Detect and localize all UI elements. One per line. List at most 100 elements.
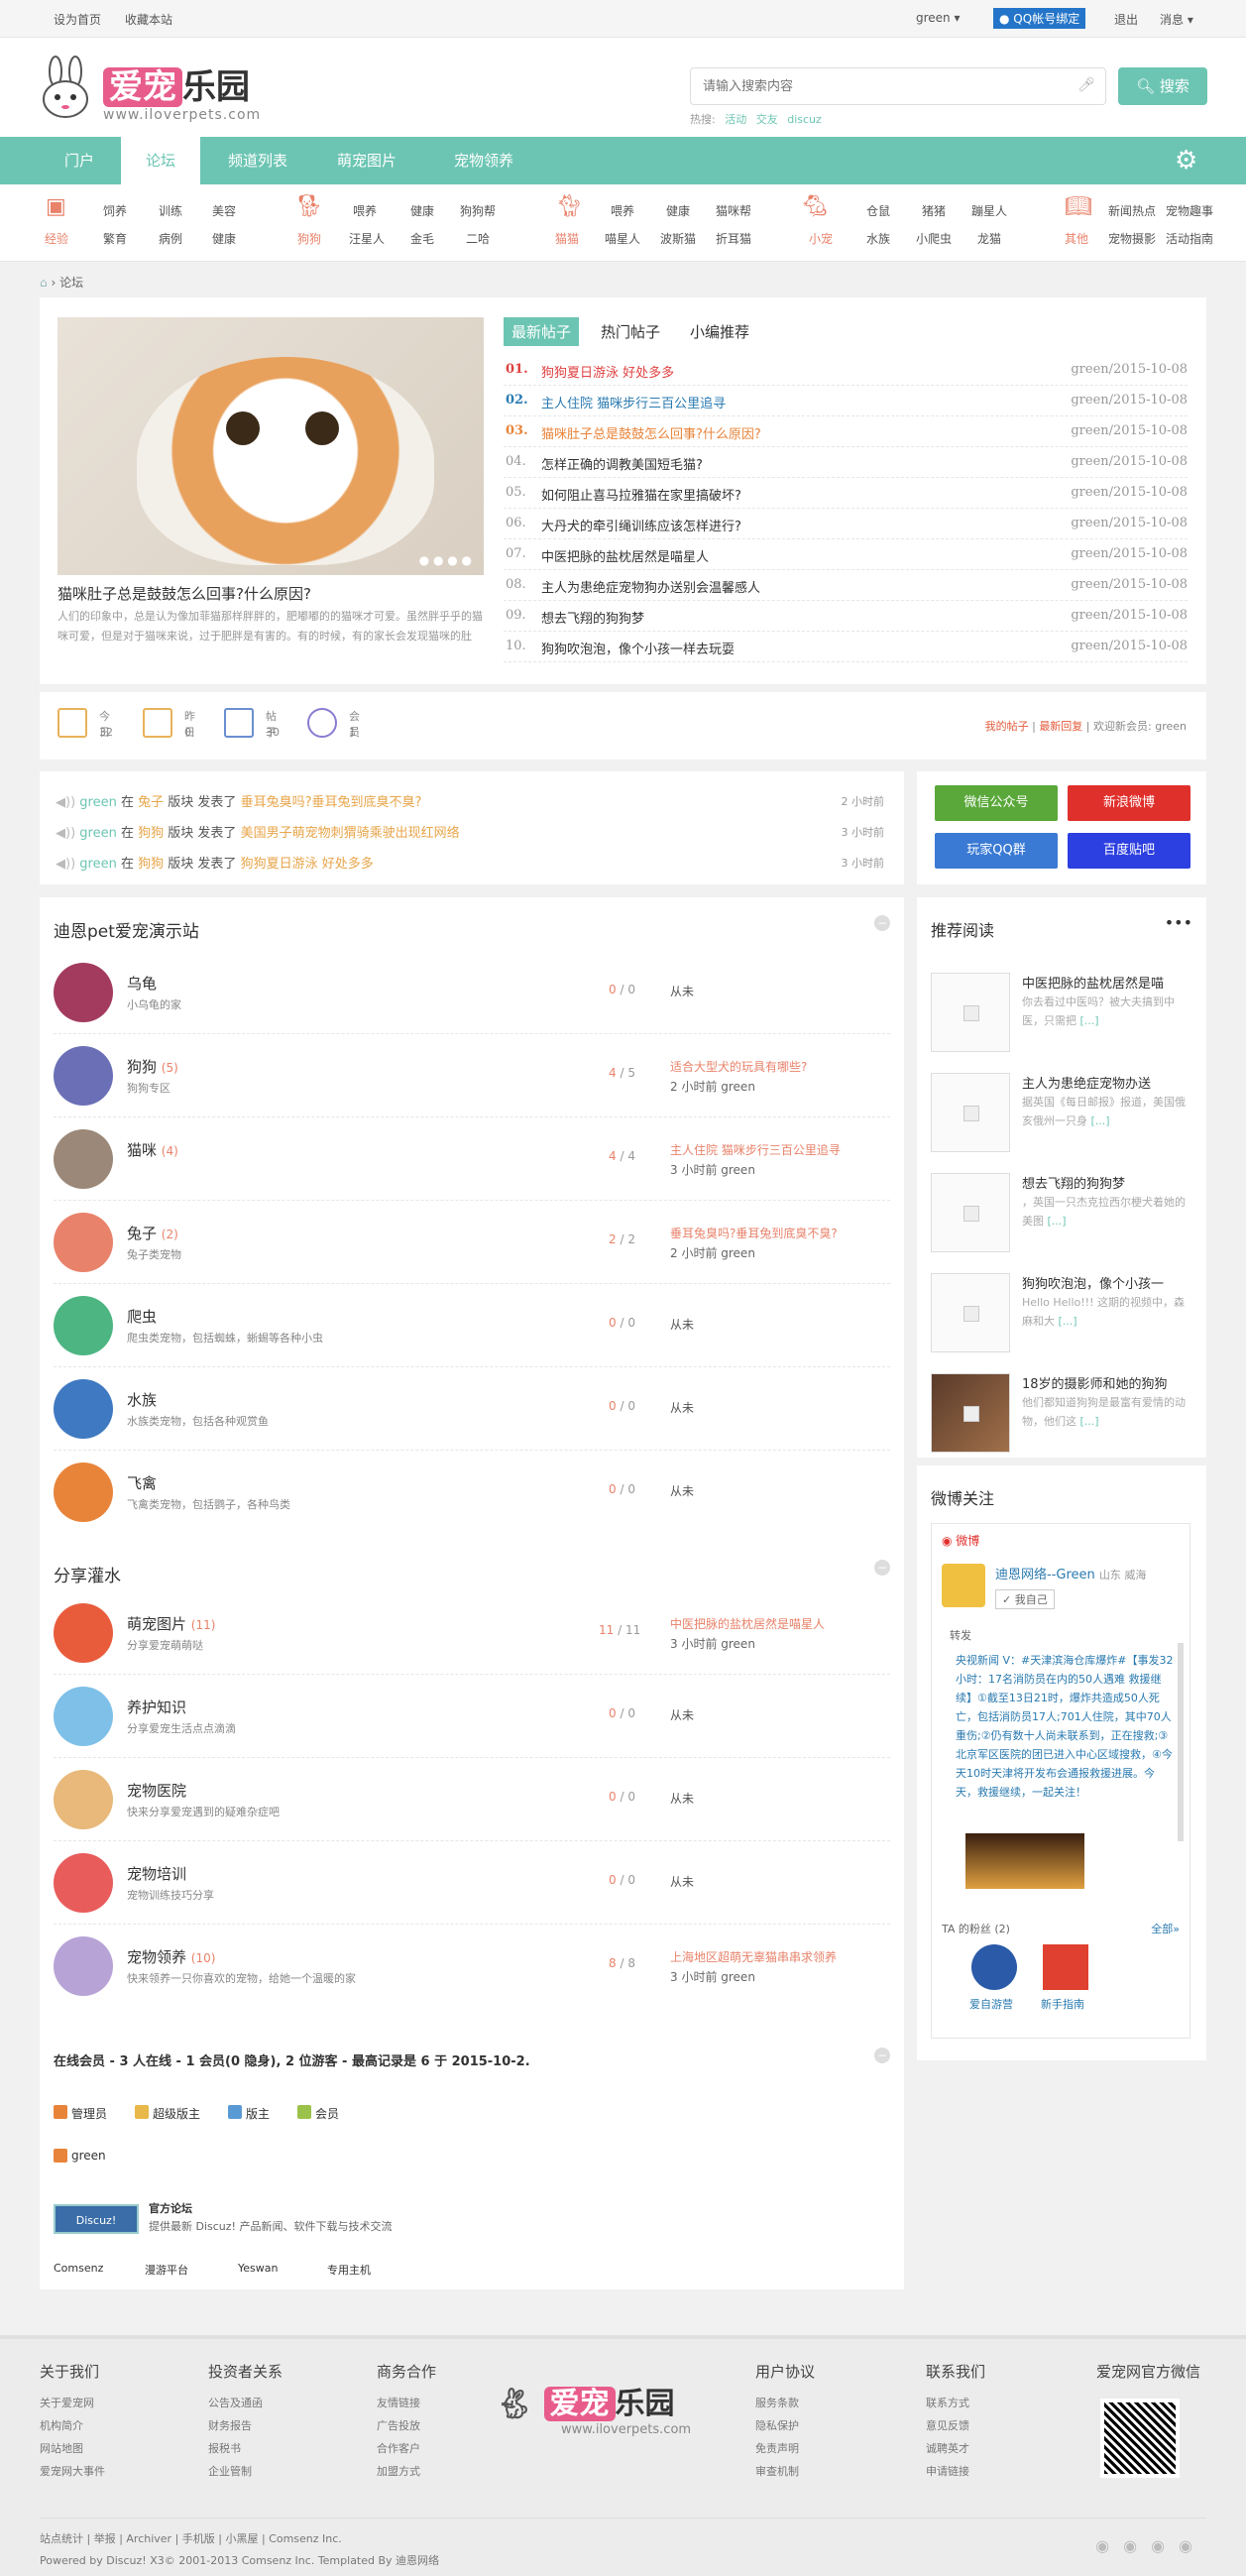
forum-row[interactable]: 宠物培训 宠物训练技巧分享 0 / 0 从未	[54, 1841, 890, 1925]
cat-link[interactable]: 狗狗帮	[460, 202, 496, 219]
recommend-item-title[interactable]: 想去飞翔的狗狗梦	[1022, 1173, 1125, 1192]
footer-link[interactable]: 服务条款	[755, 2392, 815, 2414]
news-item[interactable]: 03. 猫咪肚子总是鼓鼓怎么回事?什么原因? green/2015-10-08	[504, 416, 1188, 447]
more-icon[interactable]: •••	[1165, 913, 1192, 932]
footer-links[interactable]: 站点统计 | 举报 | Archiver | 手机版 | 小黑屋 | Comse…	[40, 2530, 1206, 2546]
nav-portal[interactable]: 门户	[40, 137, 119, 184]
footer-logo[interactable]: 🐇︎ 爱宠 乐园	[496, 2379, 675, 2422]
cat-small-label[interactable]: 小宠	[809, 230, 833, 247]
cat-link[interactable]: 训练	[159, 202, 182, 219]
forum-name[interactable]: 宠物培训	[127, 1863, 186, 1884]
forum-name[interactable]: 萌宠图片 (11)	[127, 1613, 215, 1634]
weibo-post[interactable]: 央视新闻 V：#天津滨海仓库爆炸#【事发32小时：17名消防员在内的50人遇难 …	[956, 1651, 1176, 1802]
news-title[interactable]: 如何阻止喜马拉雅猫在家里搞破坏?	[541, 485, 741, 504]
cat-link[interactable]: 二哈	[466, 230, 490, 247]
weibo-button[interactable]: 新浪微博	[1068, 785, 1190, 821]
all-fans-link[interactable]: 全部»	[1151, 1921, 1180, 1936]
wechat-button[interactable]: 微信公众号	[935, 785, 1058, 821]
breadcrumb-forum[interactable]: 论坛	[59, 276, 83, 290]
follow-button[interactable]: ✓ 我自己	[995, 1589, 1055, 1609]
cat-link[interactable]: 水族	[866, 230, 890, 247]
nav-pet-pics[interactable]: 萌宠图片	[317, 137, 416, 184]
nav-channels[interactable]: 频道列表	[208, 137, 307, 184]
cat-link[interactable]: 健康	[410, 202, 434, 219]
cat-link[interactable]: 龙猫	[977, 230, 1001, 247]
cat-link[interactable]: 猪猪	[922, 202, 946, 219]
last-post-title[interactable]: 上海地区超萌无辜猫串串求领养	[670, 1948, 837, 1965]
footer-link[interactable]: 意见反馈	[926, 2414, 985, 2437]
news-title[interactable]: 狗狗夏日游泳 好处多多	[541, 362, 674, 381]
social-icons[interactable]: ◉◉◉◉	[1095, 2536, 1206, 2555]
footer-link[interactable]: 财务报告	[208, 2414, 283, 2437]
discuz-logo[interactable]: Discuz!	[54, 2204, 139, 2234]
feed-forum[interactable]: 狗狗	[138, 857, 164, 872]
forum-name[interactable]: 兔子 (2)	[127, 1223, 178, 1243]
cat-cat-label[interactable]: 猫猫	[555, 230, 579, 247]
footer-link[interactable]: 企业管制	[208, 2460, 283, 2483]
news-title[interactable]: 主人住院 猫咪步行三百公里追寻	[541, 393, 726, 411]
read-more-link[interactable]: [...]	[1080, 1014, 1099, 1027]
forum-row[interactable]: 飞禽 飞禽类宠物，包括鹦子，各种鸟类 0 / 0 从未	[54, 1451, 890, 1534]
site-logo[interactable]: 爱宠 乐园	[103, 59, 250, 108]
forum-row[interactable]: 乌龟 小乌龟的家 0 / 0 从未	[54, 951, 890, 1034]
footer-link[interactable]: 机构简介	[40, 2414, 105, 2437]
forum-name[interactable]: 养护知识	[127, 1697, 186, 1717]
forum-name[interactable]: 宠物领养 (10)	[127, 1946, 215, 1967]
news-title[interactable]: 想去飞翔的狗狗梦	[541, 608, 644, 627]
tab-latest[interactable]: 最新帖子	[504, 317, 580, 346]
search-input[interactable]	[691, 68, 1068, 104]
news-item[interactable]: 02. 主人住院 猫咪步行三百公里追寻 green/2015-10-08	[504, 386, 1188, 416]
forum-row[interactable]: 宠物领养 (10) 快来领养一只你喜欢的宠物，给她一个温暖的家 8 / 8 上海地区超…	[54, 1925, 890, 2008]
microphone-icon[interactable]: 🎤︎	[1077, 77, 1095, 93]
collapse-icon[interactable]: −	[874, 915, 890, 931]
tieba-button[interactable]: 百度贴吧	[1068, 833, 1190, 869]
feed-forum[interactable]: 兔子	[138, 795, 164, 810]
forum-row[interactable]: 狗狗 (5) 狗狗专区 4 / 5 适合大型犬的玩具有哪些? 2 小时前 green	[54, 1034, 890, 1117]
set-home-link[interactable]: 设为首页	[54, 11, 101, 28]
footer-link[interactable]: 加盟方式	[377, 2460, 436, 2483]
cat-link[interactable]: 宠物趣事	[1166, 202, 1213, 219]
friend-link[interactable]: 专用主机	[327, 2262, 371, 2278]
forum-row[interactable]: 萌宠图片 (11) 分享爱宠萌萌哒 11 / 11 中医把脉的盐枕居然是喵星人 3 小时…	[54, 1591, 890, 1675]
qq-group-button[interactable]: 玩家QQ群	[935, 833, 1058, 869]
footer-link[interactable]: 广告投放	[377, 2414, 436, 2437]
recommend-item-title[interactable]: 主人为患绝症宠物办送	[1022, 1073, 1151, 1092]
news-title[interactable]: 怎样正确的调教美国短毛猫?	[541, 454, 703, 473]
footer-link[interactable]: 联系方式	[926, 2392, 985, 2414]
hot-search-link[interactable]: 活动	[725, 113, 746, 126]
forum-row[interactable]: 养护知识 分享爱宠生活点点滴滴 0 / 0 从未	[54, 1675, 890, 1758]
cat-link[interactable]: 健康	[666, 202, 690, 219]
collapse-icon[interactable]: −	[874, 2048, 890, 2063]
footer-link[interactable]: 公告及通函	[208, 2392, 283, 2414]
forum-name[interactable]: 宠物医院	[127, 1780, 186, 1801]
news-item[interactable]: 05. 如何阻止喜马拉雅猫在家里搞破坏? green/2015-10-08	[504, 478, 1188, 509]
latest-replies-link[interactable]: 最新回复	[1039, 720, 1082, 733]
footer-link[interactable]: 审查机制	[755, 2460, 815, 2483]
read-more-link[interactable]: [...]	[1059, 1315, 1077, 1328]
hot-search-link[interactable]: discuz	[787, 113, 822, 126]
recommend-item-title[interactable]: 狗狗吹泡泡，像个小孩一	[1022, 1273, 1164, 1292]
forum-name[interactable]: 猫咪 (4)	[127, 1139, 178, 1160]
footer-link[interactable]: 友情链接	[377, 2392, 436, 2414]
read-more-link[interactable]: [...]	[1080, 1415, 1099, 1428]
settings-gear-icon[interactable]: ⚙	[1175, 147, 1204, 175]
footer-link[interactable]: 申请链接	[926, 2460, 985, 2483]
cat-link[interactable]: 蹦星人	[971, 202, 1007, 219]
cat-link[interactable]: 汪星人	[349, 230, 385, 247]
cat-link[interactable]: 饲养	[103, 202, 127, 219]
online-user[interactable]: green	[71, 2149, 106, 2163]
user-menu[interactable]: green ▾	[916, 11, 961, 25]
slider-dots[interactable]: ● ● ● ●	[419, 553, 472, 567]
cat-link[interactable]: 新闻热点	[1108, 202, 1156, 219]
forum-row[interactable]: 爬虫 爬虫类宠物，包括蜘蛛，蜥蜴等各种小虫 0 / 0 从未	[54, 1284, 890, 1367]
friend-link[interactable]: Yeswan	[238, 2262, 278, 2275]
news-title[interactable]: 猫咪肚子总是鼓鼓怎么回事?什么原因?	[541, 423, 761, 442]
forum-row[interactable]: 兔子 (2) 兔子类宠物 2 / 2 垂耳兔臭吗?垂耳兔到底臭不臭? 2 小时前 gre…	[54, 1201, 890, 1284]
forum-row[interactable]: 水族 水族类宠物，包括各种观赏鱼 0 / 0 从未	[54, 1367, 890, 1451]
feed-title[interactable]: 垂耳兔臭吗?垂耳兔到底臭不臭?	[241, 795, 422, 810]
cat-link[interactable]: 喵星人	[605, 230, 640, 247]
forum-name[interactable]: 爬虫	[127, 1306, 157, 1327]
cat-link[interactable]: 病例	[159, 230, 182, 247]
forum-name[interactable]: 狗狗 (5)	[127, 1056, 178, 1077]
footer-link[interactable]: 诚聘英才	[926, 2437, 985, 2460]
